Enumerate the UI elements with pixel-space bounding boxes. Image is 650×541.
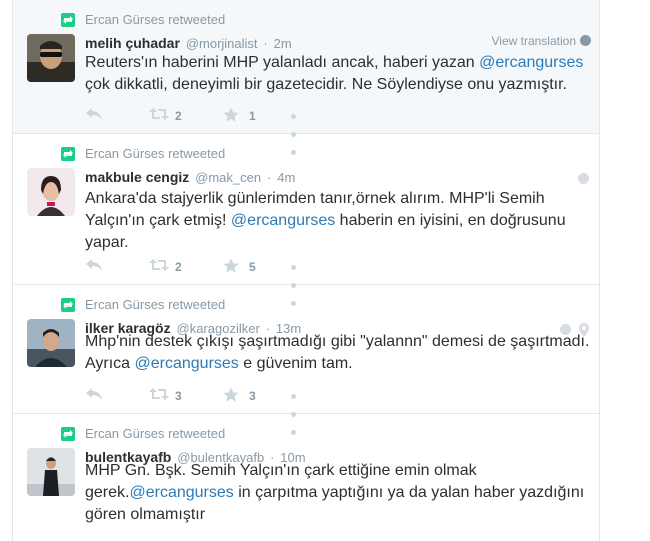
retweet-action-icon (149, 259, 169, 271)
reply-button[interactable] (85, 258, 103, 276)
tweet-text-part: e güvenim tam. (238, 355, 353, 372)
retweet-button[interactable]: 2 (149, 107, 182, 125)
username[interactable]: @morjinalist (186, 36, 258, 51)
reply-icon (86, 388, 102, 400)
favorite-button[interactable]: 1 (223, 107, 256, 125)
globe-icon (580, 35, 591, 46)
reply-icon (86, 108, 102, 120)
reply-button[interactable] (85, 107, 103, 125)
retweet-count: 2 (175, 260, 182, 274)
retweet-icon (61, 298, 75, 312)
tweet-text: Reuters'ın haberini MHP yalanladı ancak,… (85, 52, 591, 96)
globe-icon[interactable] (578, 173, 589, 185)
star-icon (223, 107, 239, 122)
retweet-button[interactable]: 3 (149, 387, 182, 405)
fullname[interactable]: makbule cengiz (85, 169, 189, 185)
more-button[interactable] (291, 387, 298, 436)
retweet-icon (61, 13, 75, 27)
favorite-button[interactable]: 5 (223, 258, 256, 276)
retweet-context-label: Ercan Gürses retweeted (85, 12, 226, 27)
retweet-count: 2 (175, 109, 182, 123)
separator-dot: · (267, 170, 272, 185)
star-icon (223, 258, 239, 273)
tweet-header: makbule cengiz @mak_cen · 4m (85, 168, 295, 186)
more-button[interactable] (291, 107, 298, 156)
tweet-item[interactable]: Ercan Gürses retweeted makbule cengiz @m… (13, 134, 599, 307)
mention-link[interactable]: @ercangurses (479, 54, 583, 71)
favorite-count: 1 (249, 109, 256, 123)
reply-icon (86, 259, 102, 271)
retweet-context-label: Ercan Gürses retweeted (85, 426, 226, 441)
fullname[interactable]: melih çuhadar (85, 35, 180, 51)
tweet-item[interactable]: Ercan Gürses retweeted ilker karagöz @ka… (13, 285, 599, 436)
avatar[interactable] (27, 319, 75, 367)
retweet-action-icon (149, 108, 169, 120)
retweet-count: 3 (175, 389, 182, 403)
tweet-text: MHP Gn. Bşk. Semih Yalçın'ın çark ettiği… (85, 460, 591, 526)
avatar[interactable] (27, 448, 75, 496)
username[interactable]: @mak_cen (195, 170, 261, 185)
tweet-text-part: çok dikkatli, deneyimli bir gazetecidir.… (85, 76, 567, 93)
favorite-count: 3 (249, 389, 256, 403)
more-button[interactable] (291, 258, 298, 307)
tweet-text-part: Reuters'ın haberini MHP yalanladı ancak,… (85, 54, 480, 71)
tweet-meta-icons (574, 170, 589, 188)
tweet-header: melih çuhadar @morjinalist · 2m (85, 34, 292, 52)
timestamp[interactable]: 4m (277, 170, 295, 185)
avatar[interactable] (27, 34, 75, 82)
timestamp[interactable]: 2m (274, 36, 292, 51)
tweet-item[interactable]: Ercan Gürses retweeted melih çuhadar @mo… (13, 0, 599, 156)
retweet-icon (61, 147, 75, 161)
retweet-button[interactable]: 2 (149, 258, 182, 276)
mention-link[interactable]: @ercangurses (129, 484, 233, 501)
star-icon (223, 387, 239, 402)
retweet-icon (61, 427, 75, 441)
retweet-context-label: Ercan Gürses retweeted (85, 297, 226, 312)
timeline-stream: Ercan Gürses retweeted melih çuhadar @mo… (12, 0, 600, 541)
reply-button[interactable] (85, 387, 103, 405)
avatar[interactable] (27, 168, 75, 216)
retweet-context-label: Ercan Gürses retweeted (85, 146, 226, 161)
view-translation-label: View translation (491, 34, 577, 48)
retweet-action-icon (149, 388, 169, 400)
favorite-count: 5 (249, 260, 256, 274)
mention-link[interactable]: @ercangurses (135, 355, 239, 372)
tweet-text: Mhp'nin destek çıkışı şaşırtmadığı gibi … (85, 331, 591, 375)
view-translation-link[interactable]: View translation (491, 34, 591, 48)
separator-dot: · (263, 36, 268, 51)
tweet-item[interactable]: Ercan Gürses retweeted bulentkayafb @bul… (13, 414, 599, 541)
favorite-button[interactable]: 3 (223, 387, 256, 405)
mention-link[interactable]: @ercangurses (231, 212, 335, 229)
tweet-text: Ankara'da stajyerlik günlerimden tanır,ö… (85, 188, 591, 254)
